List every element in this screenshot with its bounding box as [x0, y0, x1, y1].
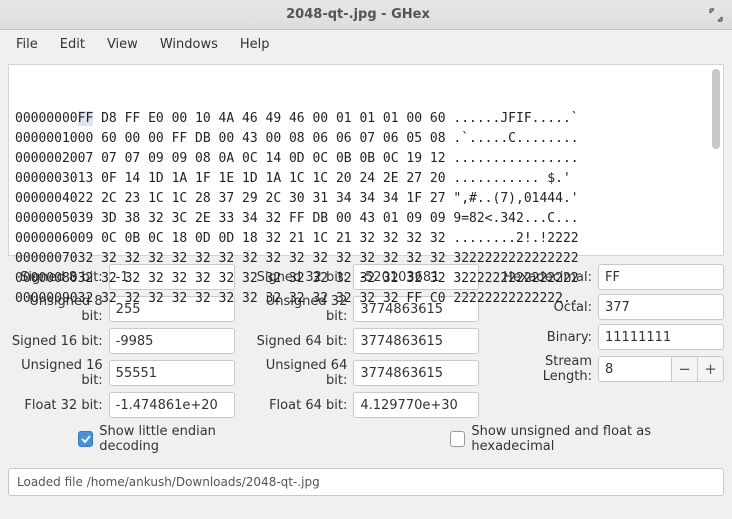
- data-row: Unsigned 16 bit:55551: [8, 358, 235, 388]
- field-label: Unsigned 16 bit:: [8, 358, 109, 388]
- hex-row[interactable]: 0000007032 32 32 32 32 32 32 32 32 32 32…: [15, 249, 717, 269]
- hex-row[interactable]: 0000005039 3D 38 32 3C 2E 33 34 32 FF DB…: [15, 209, 717, 229]
- hex-row[interactable]: 0000002007 07 07 09 09 08 0A 0C 14 0D 0C…: [15, 149, 717, 169]
- hex-ascii[interactable]: 3222222222222222: [453, 249, 578, 269]
- hex-bytes[interactable]: 39 3D 38 32 3C 2E 33 34 32 FF DB 00 43 0…: [78, 209, 454, 229]
- value-field[interactable]: 4.129770e+30: [353, 392, 479, 418]
- hex-row[interactable]: 00000000FF D8 FF E0 00 10 4A 46 49 46 00…: [15, 109, 717, 129]
- hex-bytes[interactable]: FF D8 FF E0 00 10 4A 46 49 46 00 01 01 0…: [78, 109, 454, 129]
- value-field[interactable]: -1.474861e+20: [109, 392, 235, 418]
- hex-offset: 00000000: [15, 109, 78, 129]
- hex-offset: 00000070: [15, 249, 78, 269]
- stream-length-plus[interactable]: +: [698, 356, 724, 382]
- hex-bytes[interactable]: 32 32 32 32 32 32 32 32 32 32 32 32 32 3…: [78, 289, 454, 309]
- data-row: Float 32 bit:-1.474861e+20: [8, 392, 235, 418]
- hex-offset: 00000030: [15, 169, 78, 189]
- data-row: Stream Length:8−+: [497, 354, 724, 384]
- show-hex-label: Show unsigned and float as hexadecimal: [471, 424, 724, 454]
- hex-ascii[interactable]: ",#..(7),01444.': [453, 189, 578, 209]
- hex-ascii[interactable]: .`.....C........: [453, 129, 578, 149]
- little-endian-label: Show little endian decoding: [99, 424, 270, 454]
- checkbox-icon: [78, 431, 93, 447]
- window-title: 2048-qt-.jpg - GHex: [8, 7, 708, 22]
- menubar: File Edit View Windows Help: [0, 30, 732, 58]
- vertical-scrollbar[interactable]: [711, 69, 721, 251]
- hex-bytes[interactable]: 13 0F 14 1D 1A 1F 1E 1D 1A 1C 1C 20 24 2…: [78, 169, 454, 189]
- hex-row[interactable]: 0000008032 32 32 32 32 32 32 32 32 32 32…: [15, 269, 717, 289]
- hex-offset: 00000020: [15, 149, 78, 169]
- menu-help[interactable]: Help: [230, 33, 280, 56]
- hex-ascii[interactable]: 3222222222222222: [453, 269, 578, 289]
- data-row: Unsigned 64 bit:3774863615: [253, 358, 480, 388]
- hex-ascii[interactable]: ........... $.': [453, 169, 570, 189]
- hex-ascii[interactable]: 9=82<.342...C...: [453, 209, 578, 229]
- statusbar: Loaded file /home/ankush/Downloads/2048-…: [8, 468, 724, 496]
- field-label: Float 64 bit:: [253, 398, 354, 413]
- hex-offset: 00000050: [15, 209, 78, 229]
- field-label: Stream Length:: [497, 354, 598, 384]
- menu-edit[interactable]: Edit: [50, 33, 95, 56]
- menu-windows[interactable]: Windows: [150, 33, 228, 56]
- hex-bytes[interactable]: 09 0C 0B 0C 18 0D 0D 18 32 21 1C 21 32 3…: [78, 229, 454, 249]
- maximize-icon[interactable]: [708, 7, 724, 23]
- stream-length-input[interactable]: 8: [598, 356, 672, 382]
- hex-bytes[interactable]: 22 2C 23 1C 1C 28 37 29 2C 30 31 34 34 3…: [78, 189, 454, 209]
- hex-offset: 00000060: [15, 229, 78, 249]
- titlebar: 2048-qt-.jpg - GHex: [0, 0, 732, 30]
- value-field[interactable]: 55551: [109, 360, 235, 386]
- status-text: Loaded file /home/ankush/Downloads/2048-…: [17, 475, 320, 489]
- menu-view[interactable]: View: [97, 33, 148, 56]
- menu-file[interactable]: File: [6, 33, 48, 56]
- data-row: Float 64 bit:4.129770e+30: [253, 392, 480, 418]
- hex-bytes[interactable]: 00 60 00 00 FF DB 00 43 00 08 06 06 07 0…: [78, 129, 454, 149]
- hex-bytes[interactable]: 32 32 32 32 32 32 32 32 32 32 32 32 32 3…: [78, 269, 454, 289]
- scrollbar-thumb[interactable]: [712, 69, 720, 149]
- hex-row[interactable]: 0000009032 32 32 32 32 32 32 32 32 32 32…: [15, 289, 717, 309]
- little-endian-checkbox[interactable]: Show little endian decoding: [78, 424, 270, 454]
- stream-length-minus[interactable]: −: [672, 356, 698, 382]
- hex-bytes[interactable]: 32 32 32 32 32 32 32 32 32 32 32 32 32 3…: [78, 249, 454, 269]
- show-hex-checkbox[interactable]: Show unsigned and float as hexadecimal: [450, 424, 724, 454]
- hex-row[interactable]: 0000003013 0F 14 1D 1A 1F 1E 1D 1A 1C 1C…: [15, 169, 717, 189]
- hex-bytes[interactable]: 07 07 07 09 09 08 0A 0C 14 0D 0C 0B 0B 0…: [78, 149, 454, 169]
- hex-ascii[interactable]: ................: [453, 149, 578, 169]
- hex-ascii[interactable]: 22222222222222..: [453, 289, 578, 309]
- field-label: Unsigned 64 bit:: [253, 358, 354, 388]
- hex-row[interactable]: 0000006009 0C 0B 0C 18 0D 0D 18 32 21 1C…: [15, 229, 717, 249]
- hex-row[interactable]: 0000004022 2C 23 1C 1C 28 37 29 2C 30 31…: [15, 189, 717, 209]
- hex-ascii[interactable]: ......JFIF.....`: [453, 109, 578, 129]
- hex-view[interactable]: 00000000FF D8 FF E0 00 10 4A 46 49 46 00…: [8, 64, 724, 256]
- hex-offset: 00000010: [15, 129, 78, 149]
- hex-ascii[interactable]: ........2!.!2222: [453, 229, 578, 249]
- hex-row[interactable]: 0000001000 60 00 00 FF DB 00 43 00 08 06…: [15, 129, 717, 149]
- checkbox-icon: [450, 431, 465, 447]
- hex-offset: 00000090: [15, 289, 78, 309]
- hex-offset: 00000080: [15, 269, 78, 289]
- value-field[interactable]: 3774863615: [353, 360, 479, 386]
- field-label: Float 32 bit:: [8, 398, 109, 413]
- hex-offset: 00000040: [15, 189, 78, 209]
